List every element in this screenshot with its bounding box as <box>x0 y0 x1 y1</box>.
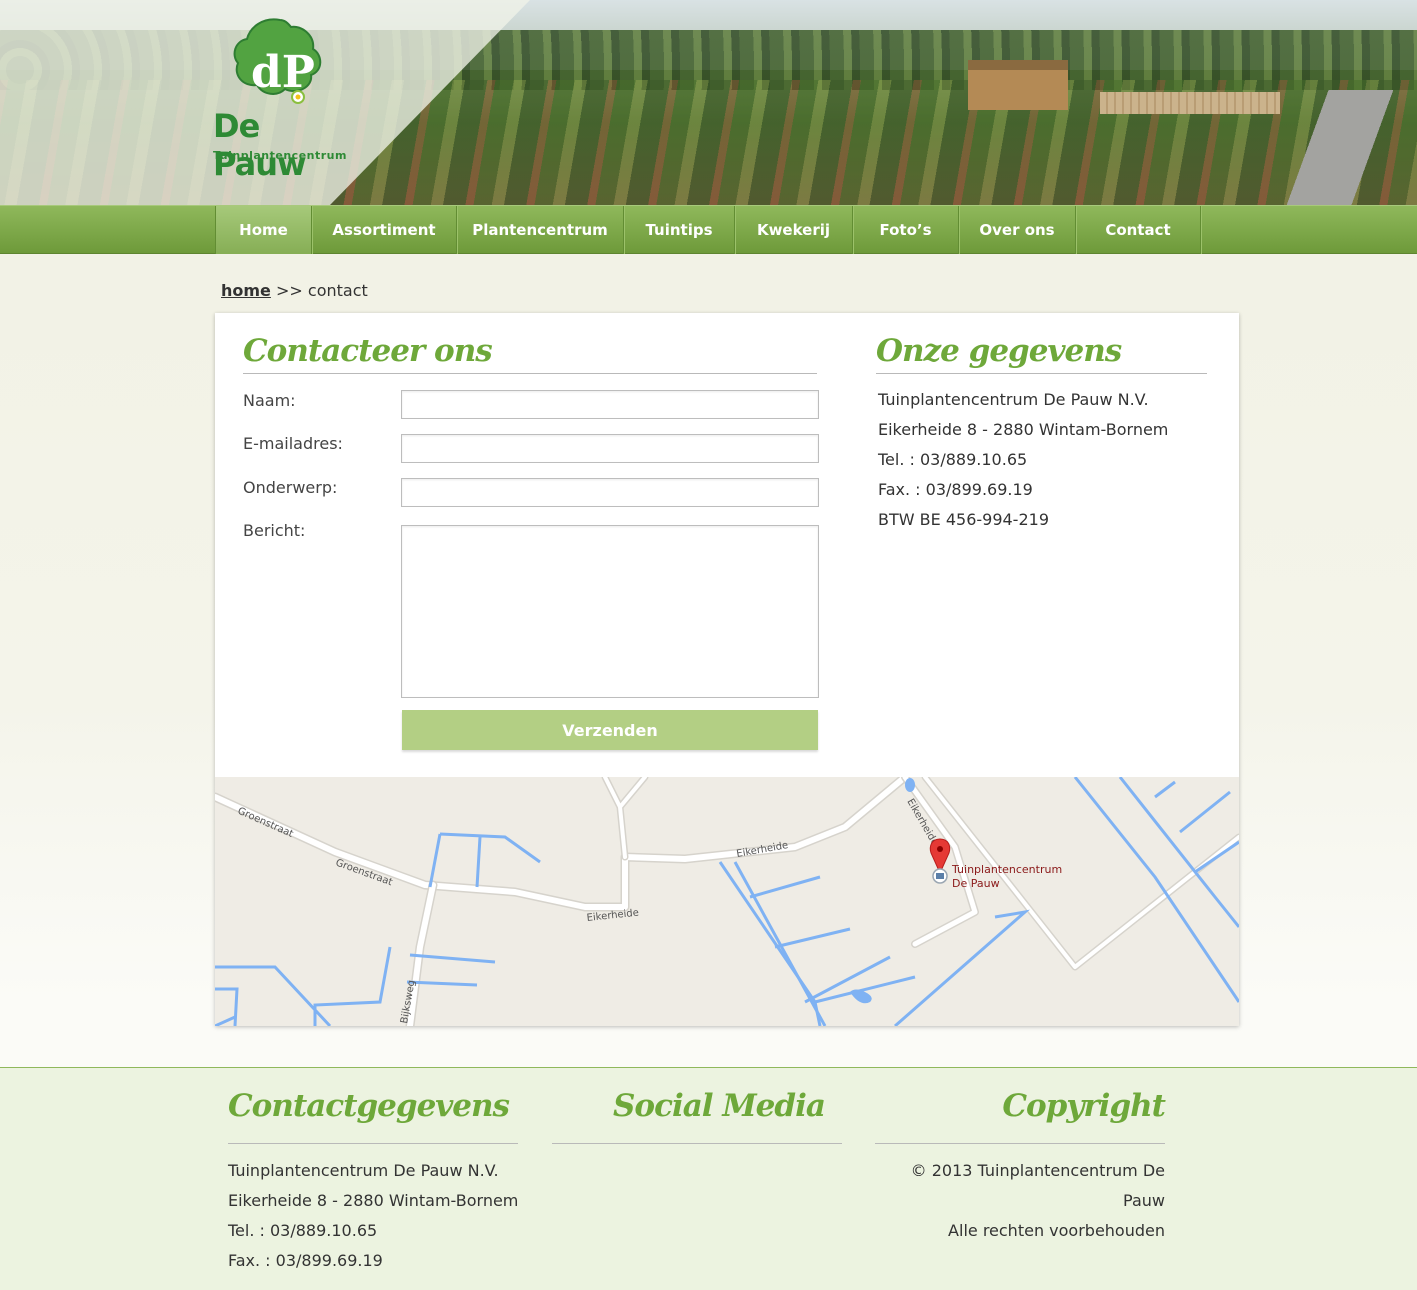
footer-copyright-info: © 2013 Tuinplantencentrum De Pauw Alle r… <box>875 1156 1165 1246</box>
email-input[interactable] <box>401 434 819 463</box>
footer-contact-line: Eikerheide 8 - 2880 Wintam-Bornem <box>228 1191 519 1210</box>
nav-item-plantencentrum[interactable]: Plantencentrum <box>457 206 624 254</box>
footer-copyright-line: Alle rechten voorbehouden <box>948 1221 1165 1240</box>
nav-item-home[interactable]: Home <box>215 206 312 254</box>
nav-item-over-ons[interactable]: Over ons <box>959 206 1076 254</box>
map-marker-icon[interactable] <box>929 838 951 884</box>
nav-item-assortiment[interactable]: Assortiment <box>312 206 457 254</box>
contact-form-title: Contacteer ons <box>243 333 493 369</box>
logo-monogram: dP <box>251 47 315 98</box>
footer-social-title: Social Media <box>613 1088 826 1124</box>
map-marker-label-line2: De Pauw <box>952 877 1000 890</box>
footer-contact-line: Fax. : 03/899.69.19 <box>228 1251 383 1270</box>
logo-tagline: Tuinplantencentrum <box>213 149 347 162</box>
map-marker-label-line1: Tuinplantencentrum <box>951 863 1062 876</box>
divider <box>875 1143 1165 1144</box>
breadcrumb-separator: >> <box>276 281 303 300</box>
name-input[interactable] <box>401 390 819 419</box>
footer-copyright-title: Copyright <box>1002 1088 1166 1124</box>
footer-copyright-line: © 2013 Tuinplantencentrum De Pauw <box>910 1161 1165 1210</box>
company-info-line: Tuinplantencentrum De Pauw N.V. <box>878 390 1149 409</box>
company-info-line: Fax. : 03/899.69.19 <box>878 480 1033 499</box>
breadcrumb-home-link[interactable]: home <box>221 281 271 300</box>
logo-tree-icon: dP <box>233 18 322 104</box>
company-info-line: BTW BE 456-994-219 <box>878 510 1049 529</box>
breadcrumb: home >> contact <box>221 281 368 300</box>
company-info-title: Onze gegevens <box>876 333 1122 369</box>
subject-input[interactable] <box>401 478 819 507</box>
nav-item-kwekerij[interactable]: Kwekerij <box>735 206 853 254</box>
name-label: Naam: <box>243 391 296 410</box>
banner-shed <box>968 60 1068 110</box>
divider <box>228 1143 518 1144</box>
logo[interactable]: dP De Pauw Tuinplantencentrum <box>205 15 355 183</box>
map-canvas: Groenstraat Groenstraat Eikerheide Eiker… <box>215 777 1239 1026</box>
divider <box>243 373 817 374</box>
breadcrumb-current: contact <box>307 281 368 300</box>
message-textarea[interactable] <box>401 525 819 698</box>
location-map[interactable]: Groenstraat Groenstraat Eikerheide Eiker… <box>215 777 1239 1026</box>
banner-path <box>1280 90 1400 205</box>
main-nav: Home Assortiment Plantencentrum Tuintips… <box>0 205 1417 254</box>
submit-button[interactable]: Verzenden <box>402 710 818 750</box>
footer-contact-title: Contactgegevens <box>228 1088 510 1124</box>
company-info-line: Eikerheide 8 - 2880 Wintam-Bornem <box>878 420 1169 439</box>
nav-item-fotos[interactable]: Foto’s <box>853 206 959 254</box>
logo-name: De Pauw <box>213 107 307 183</box>
company-info-line: Tel. : 03/889.10.65 <box>878 450 1028 469</box>
subject-label: Onderwerp: <box>243 478 338 497</box>
header-banner: dP De Pauw Tuinplantencentrum <box>0 0 1417 205</box>
street-label: Eikerheide <box>736 840 790 860</box>
footer: Contactgegevens Tuinplantencentrum De Pa… <box>0 1067 1417 1290</box>
footer-contact-line: Tel. : 03/889.10.65 <box>228 1221 378 1240</box>
nav-item-contact[interactable]: Contact <box>1076 206 1201 254</box>
email-label: E-mailadres: <box>243 434 343 453</box>
nav-item-tuintips[interactable]: Tuintips <box>624 206 735 254</box>
content-card: Contacteer ons Onze gegevens Naam: E-mai… <box>215 313 1239 1026</box>
street-label: Groenstraat <box>236 806 295 840</box>
divider <box>552 1143 842 1144</box>
banner-fence <box>1100 92 1280 114</box>
footer-contact-line: Tuinplantencentrum De Pauw N.V. <box>228 1161 499 1180</box>
message-label: Bericht: <box>243 521 306 540</box>
footer-contact-info: Tuinplantencentrum De Pauw N.V. Eikerhei… <box>228 1156 518 1276</box>
divider <box>876 373 1207 374</box>
company-info: Tuinplantencentrum De Pauw N.V. Eikerhei… <box>878 385 1168 535</box>
